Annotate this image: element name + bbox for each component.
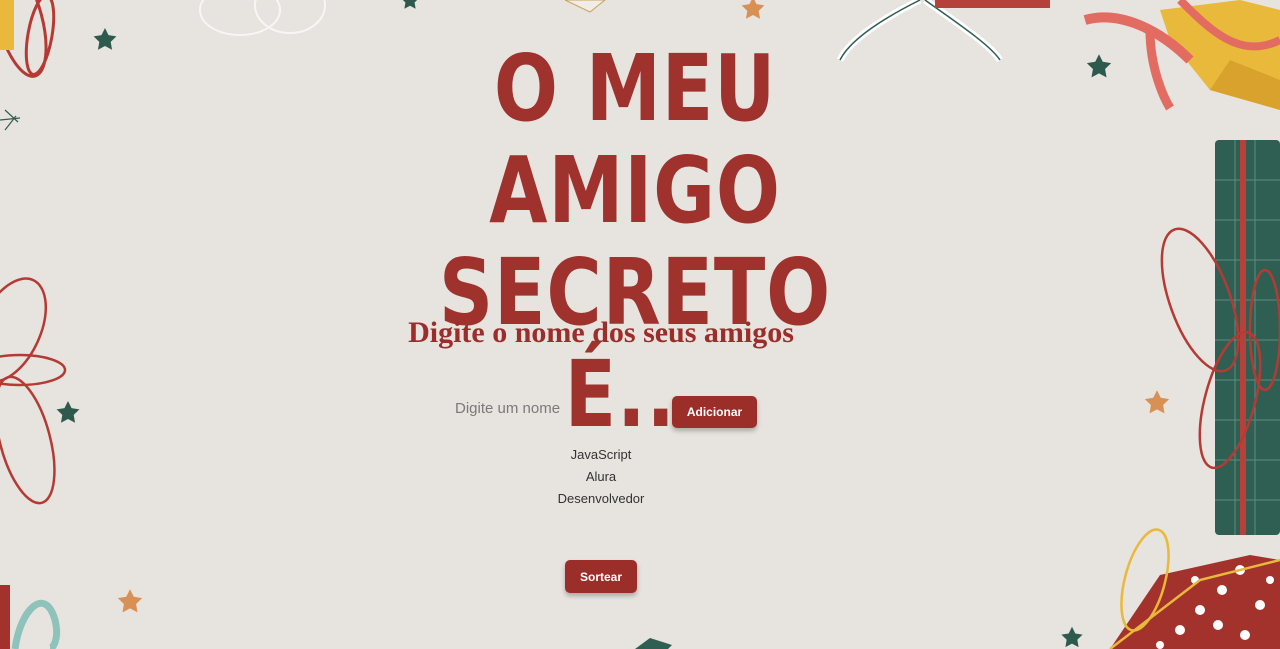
red-gift-icon <box>1109 528 1280 649</box>
add-button[interactable]: Adicionar <box>672 396 757 428</box>
page-title: O MEU AMIGO SECRETO É... <box>385 38 885 446</box>
left-bow-icon <box>0 277 67 505</box>
top-left-bow-icon <box>0 0 56 78</box>
top-left-gift-icon <box>0 0 14 50</box>
friends-list: JavaScript Alura Desenvolvedor <box>520 444 682 510</box>
list-item: Alura <box>585 469 617 484</box>
leaf-sprig-icon <box>0 109 21 131</box>
section-subtitle: Digite o nome dos seus amigos <box>408 316 794 349</box>
draw-button[interactable]: Sortear <box>565 560 637 593</box>
green-gift-icon <box>1160 140 1280 535</box>
top-right-gift-icon <box>1083 0 1280 111</box>
friend-name-input[interactable] <box>442 394 657 422</box>
title-line-1: O MEU AMIGO <box>489 35 781 244</box>
bottom-left-ribbon-icon <box>11 599 61 649</box>
white-ribbon-icon <box>199 0 326 36</box>
list-item: Desenvolvedor <box>557 491 645 506</box>
list-item: JavaScript <box>570 447 632 462</box>
